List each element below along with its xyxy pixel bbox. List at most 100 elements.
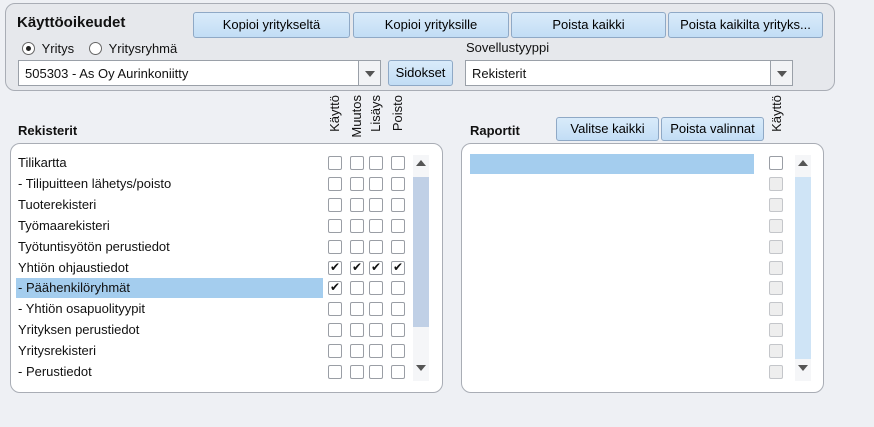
app-type-combo[interactable]: Rekisterit (465, 60, 793, 86)
copy-to-companies-button[interactable]: Kopioi yrityksille (353, 12, 509, 38)
register-row-label[interactable]: Työmaarekisteri (18, 216, 110, 236)
permission-checkbox[interactable] (350, 156, 364, 170)
register-row-label[interactable]: Työtuntisyötön perustiedot (18, 237, 170, 257)
permission-checkbox[interactable] (350, 219, 364, 233)
report-use-checkbox[interactable] (769, 240, 783, 254)
checkmark-icon: ✔ (330, 260, 341, 274)
permission-checkbox[interactable] (369, 240, 383, 254)
permission-checkbox[interactable] (328, 365, 342, 379)
permission-checkbox[interactable]: ✔ (328, 280, 342, 295)
company-combo[interactable]: 505303 - As Oy Aurinkoniitty (18, 60, 381, 86)
permission-checkbox[interactable] (350, 365, 364, 379)
permission-checkbox[interactable]: ✔ (369, 260, 383, 275)
permission-checkbox[interactable] (391, 344, 405, 358)
app-type-label: Sovellustyyppi (466, 40, 550, 55)
report-use-checkbox[interactable] (769, 323, 783, 337)
register-row-label[interactable]: Yrityksen perustiedot (18, 320, 139, 340)
reports-selected-row[interactable] (470, 154, 754, 174)
permission-checkbox[interactable] (328, 344, 342, 358)
report-use-checkbox[interactable] (769, 198, 783, 212)
scroll-up-icon[interactable] (798, 160, 808, 166)
chevron-down-icon[interactable] (770, 61, 792, 85)
permission-checkbox[interactable] (391, 219, 405, 233)
app-type-combo-value: Rekisterit (472, 66, 527, 81)
permission-checkbox[interactable] (369, 219, 383, 233)
scrollbar-thumb[interactable] (795, 177, 811, 359)
scrollbar-thumb[interactable] (413, 177, 429, 327)
permission-checkbox[interactable] (328, 302, 342, 316)
scroll-down-icon[interactable] (416, 365, 426, 371)
permission-checkbox[interactable] (369, 344, 383, 358)
permission-checkbox[interactable] (328, 219, 342, 233)
permission-checkbox[interactable] (391, 198, 405, 212)
reports-title: Raportit (470, 123, 520, 138)
register-row-label[interactable]: - Päähenkilöryhmät (18, 278, 130, 298)
column-header-reports-use: Käyttö (769, 95, 784, 132)
scroll-up-icon[interactable] (416, 160, 426, 166)
permission-checkbox[interactable] (328, 177, 342, 191)
radio-company[interactable]: Yritys (22, 41, 75, 58)
reports-scrollbar[interactable] (795, 155, 811, 381)
permission-checkbox[interactable] (350, 177, 364, 191)
register-row-label[interactable]: - Tilipuitteen lähetys/poisto (18, 174, 171, 194)
register-row-label[interactable]: Tuoterekisteri (18, 195, 96, 215)
permission-checkbox[interactable] (328, 240, 342, 254)
permission-checkbox[interactable] (391, 323, 405, 337)
radio-company-label: Yritys (41, 41, 75, 56)
permission-checkbox[interactable] (350, 302, 364, 316)
report-use-checkbox[interactable] (769, 177, 783, 191)
permission-checkbox[interactable] (350, 240, 364, 254)
permission-checkbox[interactable] (369, 198, 383, 212)
registers-scrollbar[interactable] (413, 155, 429, 381)
permission-checkbox[interactable] (350, 323, 364, 337)
permission-checkbox[interactable] (369, 281, 383, 295)
chevron-down-icon[interactable] (358, 61, 380, 85)
radio-selected-icon (22, 42, 35, 55)
report-use-checkbox[interactable] (769, 261, 783, 275)
report-use-checkbox[interactable] (769, 281, 783, 295)
register-row-label[interactable]: - Perustiedot (18, 362, 92, 382)
permission-checkbox[interactable] (369, 156, 383, 170)
column-header-use: Käyttö (327, 95, 342, 132)
remove-from-all-companies-button[interactable]: Poista kaikilta yrityks... (668, 12, 823, 38)
permission-checkbox[interactable] (391, 177, 405, 191)
company-combo-value: 505303 - As Oy Aurinkoniitty (25, 66, 189, 81)
permission-checkbox[interactable]: ✔ (350, 260, 364, 275)
permission-checkbox[interactable]: ✔ (328, 260, 342, 275)
register-row-label[interactable]: Yritysrekisteri (18, 341, 96, 361)
permission-checkbox[interactable]: ✔ (391, 260, 405, 275)
radio-company-group[interactable]: Yritysryhmä (89, 41, 177, 58)
remove-all-button[interactable]: Poista kaikki (511, 12, 666, 38)
permission-checkbox[interactable] (391, 302, 405, 316)
register-row-label[interactable]: Yhtiön ohjaustiedot (18, 258, 129, 278)
report-use-checkbox[interactable] (769, 219, 783, 233)
permission-checkbox[interactable] (391, 156, 405, 170)
permission-checkbox[interactable] (369, 177, 383, 191)
permission-checkbox[interactable] (369, 365, 383, 379)
permission-checkbox[interactable] (350, 198, 364, 212)
permission-checkbox[interactable] (328, 156, 342, 170)
permission-checkbox[interactable] (350, 344, 364, 358)
select-all-button[interactable]: Valitse kaikki (556, 117, 659, 141)
permission-checkbox[interactable] (369, 302, 383, 316)
permission-checkbox[interactable] (391, 365, 405, 379)
copy-from-company-button[interactable]: Kopioi yritykseltä (193, 12, 350, 38)
scroll-down-icon[interactable] (798, 365, 808, 371)
links-button[interactable]: Sidokset (388, 60, 453, 86)
report-use-checkbox[interactable] (769, 156, 783, 170)
permission-checkbox[interactable] (328, 323, 342, 337)
clear-selections-button[interactable]: Poista valinnat (661, 117, 764, 141)
permission-checkbox[interactable] (369, 323, 383, 337)
permission-checkbox[interactable] (391, 240, 405, 254)
register-row-label[interactable]: - Yhtiön osapuolityypit (18, 299, 145, 319)
permission-checkbox[interactable] (391, 281, 405, 295)
register-row-label[interactable]: Tilikartta (18, 153, 67, 173)
checkmark-icon: ✔ (371, 260, 382, 274)
report-use-checkbox[interactable] (769, 344, 783, 358)
report-use-checkbox[interactable] (769, 365, 783, 379)
report-use-checkbox[interactable] (769, 302, 783, 316)
permission-checkbox[interactable] (350, 281, 364, 295)
permission-checkbox[interactable] (328, 198, 342, 212)
column-header-modify: Muutos (349, 95, 364, 138)
checkmark-icon: ✔ (352, 260, 363, 274)
